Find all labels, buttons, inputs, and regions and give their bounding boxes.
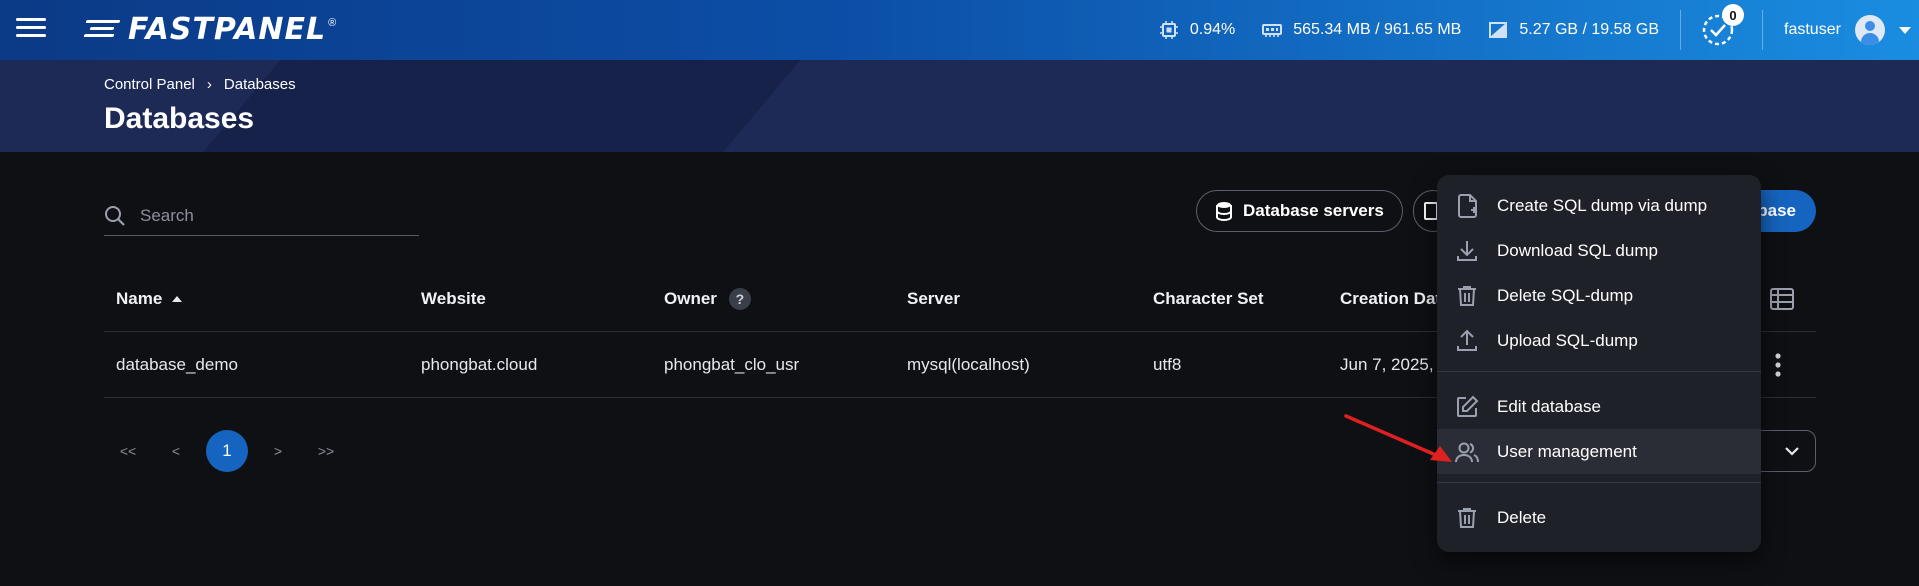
breadcrumb: Control Panel › Databases xyxy=(104,76,296,93)
menu-toggle-icon[interactable] xyxy=(16,14,46,44)
column-header-name-label: Name xyxy=(116,289,163,308)
column-header-owner: Owner ? xyxy=(664,266,751,332)
column-header-server: Server xyxy=(907,289,960,308)
logo-registered-mark: ® xyxy=(328,16,337,29)
cell-owner: phongbat_clo_usr xyxy=(664,355,800,374)
menu-item-create-sql-dump[interactable]: Create SQL dump via dump xyxy=(1437,183,1761,228)
database-servers-button[interactable]: Database servers xyxy=(1196,190,1403,232)
tasks-count-badge: 0 xyxy=(1722,4,1744,26)
avatar xyxy=(1854,15,1885,45)
cpu-value: 0.94% xyxy=(1189,21,1236,38)
column-header-website: Website xyxy=(421,289,486,308)
header-decoration xyxy=(154,60,826,152)
file-add-icon xyxy=(1437,193,1497,219)
chevron-down-icon xyxy=(1785,447,1799,456)
cell-created: Jun 7, 2025, xyxy=(1340,355,1434,374)
logo-mark-icon xyxy=(83,18,121,42)
column-header-charset: Character Set xyxy=(1153,289,1264,308)
cpu-icon xyxy=(1159,21,1178,39)
topbar-divider xyxy=(1762,10,1763,50)
menu-item-label: Delete xyxy=(1497,507,1547,527)
cpu-stat: 0.94% xyxy=(1158,19,1235,41)
menu-item-edit-database[interactable]: Edit database xyxy=(1437,384,1761,429)
system-stats: 0.94% 565.34 MB / 961.65 MB 5.27 GB / 19… xyxy=(1158,0,1659,60)
page-header: Control Panel › Databases Databases xyxy=(0,60,1919,152)
menu-divider xyxy=(1437,482,1761,483)
disk-value: 5.27 GB / 19.58 GB xyxy=(1519,21,1659,38)
menu-item-label: User management xyxy=(1497,441,1637,461)
last-page-button[interactable]: >> xyxy=(302,430,350,472)
topbar-divider xyxy=(1680,10,1681,50)
prev-page-button[interactable]: < xyxy=(152,430,200,472)
database-servers-label: Database servers xyxy=(1243,201,1384,220)
next-page-button[interactable]: > xyxy=(254,430,302,472)
trash-icon xyxy=(1437,506,1497,530)
breadcrumb-root-link[interactable]: Control Panel xyxy=(104,76,195,93)
trash-icon xyxy=(1437,284,1497,308)
breadcrumb-separator: › xyxy=(206,76,212,93)
menu-item-delete-sql-dump[interactable]: Delete SQL-dump xyxy=(1437,273,1761,318)
create-database-label: base xyxy=(1757,201,1796,220)
sort-ascending-icon xyxy=(172,296,183,302)
annotation-arrow-icon xyxy=(1344,414,1452,462)
current-page-button[interactable]: 1 xyxy=(206,430,248,472)
column-header-owner-label: Owner xyxy=(664,289,717,308)
menu-item-label: Delete SQL-dump xyxy=(1497,285,1634,305)
menu-item-label: Edit database xyxy=(1497,396,1601,416)
disk-stat: 5.27 GB / 19.58 GB xyxy=(1487,19,1659,41)
cell-charset: utf8 xyxy=(1153,355,1182,374)
menu-item-user-management[interactable]: User management xyxy=(1437,429,1761,474)
menu-item-download-sql-dump[interactable]: Download SQL dump xyxy=(1437,228,1761,273)
chevron-down-icon xyxy=(1898,26,1911,34)
first-page-button[interactable]: << xyxy=(104,430,152,472)
cell-server: mysql(localhost) xyxy=(907,355,1030,374)
search-box xyxy=(104,196,419,236)
search-input[interactable] xyxy=(140,205,390,226)
menu-item-delete[interactable]: Delete xyxy=(1437,495,1761,540)
ram-value: 565.34 MB / 961.65 MB xyxy=(1293,21,1462,38)
logo[interactable]: FASTPANEL ® xyxy=(83,12,337,47)
page-title: Databases xyxy=(104,102,255,135)
database-icon xyxy=(1216,202,1232,221)
row-actions-icon[interactable] xyxy=(1774,332,1782,398)
search-icon xyxy=(105,205,125,226)
pagination: << < 1 > >> xyxy=(104,430,350,472)
document-icon xyxy=(1424,202,1438,220)
menu-item-upload-sql-dump[interactable]: Upload SQL-dump xyxy=(1437,318,1761,363)
ram-stat: 565.34 MB / 961.65 MB xyxy=(1261,19,1461,41)
upload-icon xyxy=(1437,329,1497,353)
breadcrumb-current: Databases xyxy=(223,76,296,93)
username: fastuser xyxy=(1784,21,1841,38)
menu-item-label: Create SQL dump via dump xyxy=(1497,195,1708,215)
column-settings-icon[interactable] xyxy=(1770,266,1794,332)
ram-icon xyxy=(1262,24,1283,37)
user-menu[interactable]: fastuser xyxy=(1784,0,1911,60)
cell-name[interactable]: database_demo xyxy=(116,332,238,398)
column-header-name[interactable]: Name xyxy=(116,266,183,332)
cell-website: phongbat.cloud xyxy=(421,355,538,374)
download-icon xyxy=(1437,239,1497,263)
menu-item-label: Upload SQL-dump xyxy=(1497,330,1638,350)
help-icon[interactable]: ? xyxy=(728,288,751,310)
menu-divider xyxy=(1437,371,1761,372)
logo-text: FASTPANEL xyxy=(128,12,327,47)
menu-item-label: Download SQL dump xyxy=(1497,240,1658,260)
disk-icon xyxy=(1489,22,1508,38)
row-actions-menu: Create SQL dump via dump Download SQL du… xyxy=(1437,175,1761,552)
column-header-created[interactable]: Creation Dat xyxy=(1340,266,1441,332)
top-bar: FASTPANEL ® 0.94% 565.34 MB / 961.65 MB xyxy=(0,0,1919,60)
